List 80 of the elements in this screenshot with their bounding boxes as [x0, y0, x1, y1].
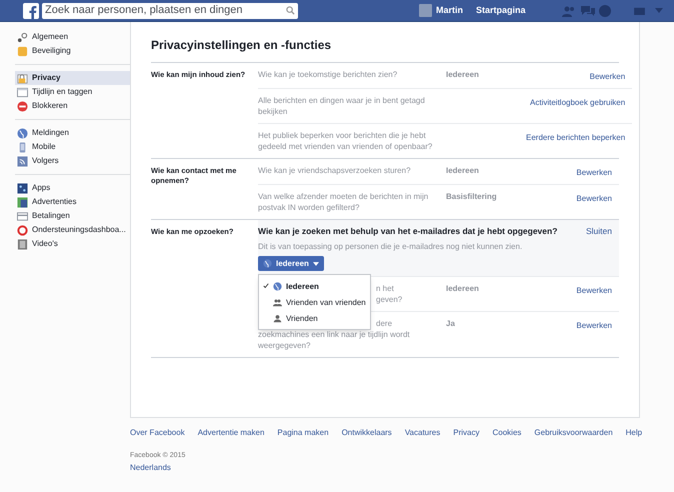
sidebar-item[interactable]: Advertenties	[15, 195, 130, 209]
home-link[interactable]: Startpagina	[476, 4, 526, 18]
ad-icon	[17, 196, 28, 208]
sidebar-item[interactable]: Volgers	[15, 154, 130, 168]
setting-value: Iedereen	[446, 165, 480, 177]
sidebar-item[interactable]: Meldingen	[15, 126, 130, 140]
question-text: Wie kan je zoeken met behulp van het e-mailadres dat je hebt opgegeven?	[258, 226, 558, 237]
people-icon	[273, 298, 282, 306]
edit-link[interactable]: Bewerken	[576, 286, 612, 295]
audience-button[interactable]: Iedereen	[258, 256, 324, 271]
edit-link[interactable]: Bewerken	[590, 72, 626, 81]
film-icon	[17, 238, 28, 250]
globe-icon	[263, 259, 272, 268]
sidebar-item[interactable]: Apps	[15, 181, 130, 195]
description-text: Wie kan je vriendschapsverzoeken sturen?	[258, 165, 412, 176]
sidebar-item[interactable]: Video's	[15, 237, 130, 251]
menu-item[interactable]: Vrienden van vrienden	[259, 294, 370, 310]
lifebuoy-icon	[17, 224, 28, 236]
edit-link[interactable]: Bewerken	[576, 194, 612, 203]
setting-value: Ja	[446, 318, 456, 330]
messages-icon[interactable]	[580, 4, 595, 16]
gears-icon	[17, 32, 28, 42]
no-entry-icon	[17, 100, 28, 112]
setting-value: Iedereen	[446, 69, 480, 81]
description-text: Het publiek beperken voor berichten die je hebt gedeeld met vrienden van vrienden of openbaar?	[258, 130, 434, 152]
globe-icon	[17, 128, 28, 138]
search-icon	[286, 6, 295, 15]
shield-icon	[17, 46, 28, 56]
person-icon	[273, 314, 282, 322]
facebook-logo-icon[interactable]	[23, 2, 39, 18]
sidebar-item[interactable]: Beveiliging	[15, 44, 130, 58]
footer-link[interactable]: Over Facebook	[130, 427, 185, 439]
sidebar-item[interactable]: Mobile	[15, 140, 130, 154]
setting-value: Basisfiltering	[446, 191, 498, 203]
footer-link[interactable]: Cookies	[492, 427, 522, 439]
sidebar-item[interactable]: Blokkeren	[15, 99, 130, 113]
footer-link[interactable]: Gebruiksvoorwaarden	[534, 427, 613, 439]
phone-icon	[17, 142, 28, 152]
menu-item[interactable]: Vrienden	[259, 310, 370, 326]
avatar-icon[interactable]	[419, 4, 432, 17]
sidebar-item[interactable]: Algemeen	[15, 30, 130, 44]
description-text: Wie kan je toekomstige berichten zien?	[258, 69, 398, 80]
sidebar-item[interactable]: Tijdlijn en taggen	[15, 85, 130, 99]
rss-icon	[17, 156, 28, 166]
sidebar-item[interactable]: Betalingen	[15, 209, 130, 223]
globe-icon[interactable]	[598, 4, 611, 16]
sidebar-item[interactable]: Privacy	[15, 71, 130, 85]
globe-icon	[273, 282, 282, 290]
profile-link[interactable]: Martin	[436, 4, 463, 18]
edit-link[interactable]: Bewerken	[576, 321, 612, 330]
page-title: Privacyinstellingen en -functies	[151, 37, 332, 54]
footer-link[interactable]: Pagina maken	[277, 427, 329, 439]
edit-link[interactable]: Activiteitlogboek gebruiken	[530, 98, 626, 107]
description-text: Van welke afzender moeten de berichten in mijn postvak IN worden gefilterd?	[258, 191, 430, 213]
description-text: zoekmachines een link naar je tijdlijn wordt weergegeven?	[258, 329, 411, 351]
apps-icon	[17, 182, 28, 194]
check-icon	[263, 283, 269, 290]
footer-link[interactable]: Advertentie maken	[198, 427, 264, 439]
description-text: n het	[376, 284, 394, 293]
caret-icon[interactable]	[654, 8, 663, 13]
description-text: Alle berichten en dingen waar je in bent getagd bekijken	[258, 95, 426, 117]
description-text: geven?	[376, 295, 402, 304]
close-link[interactable]: Sluiten	[586, 226, 619, 237]
footer-link[interactable]: Help	[626, 427, 642, 439]
note-text: Dit is van toepassing op personen die je e-mailadres nog niet kunnen zien.	[258, 241, 524, 252]
description-text: dere	[376, 319, 392, 328]
footer-link[interactable]: Vacatures	[404, 427, 440, 439]
caret-icon	[312, 262, 319, 266]
search-field[interactable]: Zoek naar personen, plaatsen en dingen	[42, 2, 298, 18]
menu-item[interactable]: Iedereen	[259, 278, 370, 294]
footer-link[interactable]: Privacy	[453, 427, 480, 439]
window-icon	[17, 86, 28, 98]
setting-value: Iedereen	[446, 283, 480, 295]
card-icon	[17, 210, 28, 222]
friends-icon[interactable]	[562, 4, 576, 16]
edit-link[interactable]: Bewerken	[576, 168, 612, 177]
edit-link[interactable]: Eerdere berichten beperken	[526, 133, 626, 142]
footer-link[interactable]: Ontwikkelaars	[342, 427, 392, 439]
sidebar-item[interactable]: Ondersteuningsdashboa...	[15, 223, 130, 237]
language-link[interactable]: Nederlands	[130, 462, 640, 474]
